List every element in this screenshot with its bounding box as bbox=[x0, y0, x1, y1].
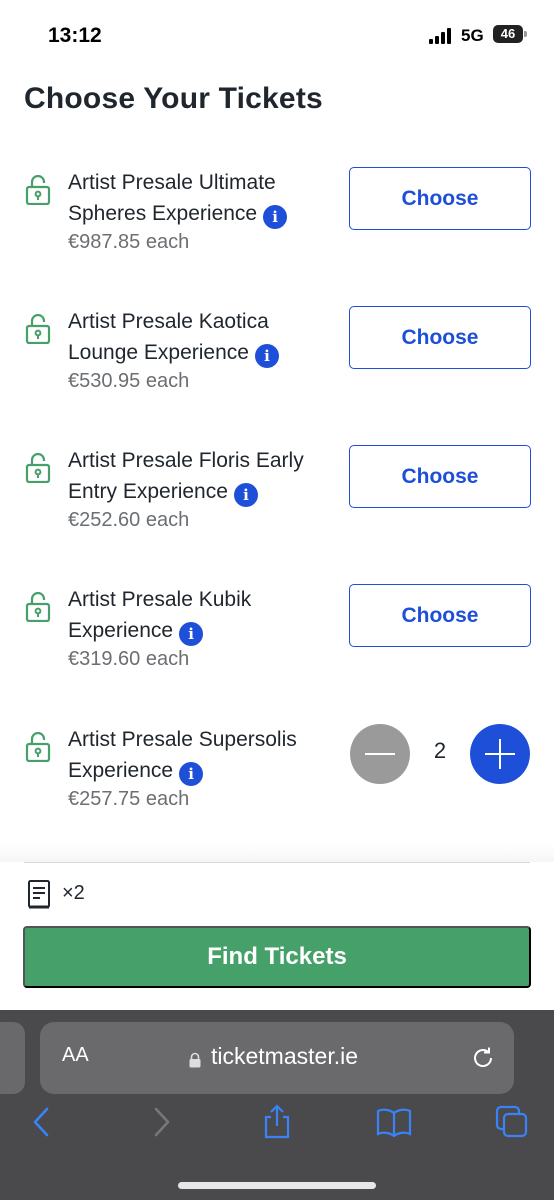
back-icon[interactable] bbox=[24, 1104, 60, 1140]
ticket-row: Artist Presale Kubik Experience i €319.60… bbox=[0, 584, 554, 714]
page-title: Choose Your Tickets bbox=[24, 82, 323, 115]
ticket-name: Artist Presale Floris Early Entry Experi… bbox=[68, 445, 338, 507]
ticket-name: Artist Presale Kubik Experience i bbox=[68, 584, 338, 646]
unlocked-lock-icon bbox=[25, 732, 51, 762]
checkout-footer: ×2 Find Tickets bbox=[0, 844, 554, 1012]
forward-icon bbox=[154, 1107, 170, 1137]
info-icon[interactable]: i bbox=[179, 762, 204, 786]
reload-icon[interactable] bbox=[470, 1045, 496, 1071]
battery-icon: 46 bbox=[493, 25, 523, 43]
decrease-quantity-button[interactable] bbox=[350, 724, 410, 784]
unlocked-lock-icon bbox=[25, 314, 51, 344]
secure-lock-icon bbox=[189, 1052, 201, 1068]
ticket-price: €987.85 each bbox=[68, 231, 190, 253]
ticket-price: €252.60 each bbox=[68, 509, 190, 531]
choose-button[interactable]: Choose bbox=[349, 306, 531, 369]
info-icon[interactable]: i bbox=[179, 622, 204, 646]
choose-button[interactable]: Choose bbox=[349, 167, 531, 230]
choose-button[interactable]: Choose bbox=[349, 584, 531, 647]
find-tickets-button[interactable]: Find Tickets bbox=[23, 926, 531, 988]
ticket-count: ×2 bbox=[62, 882, 85, 904]
footer-shadow bbox=[0, 844, 554, 862]
address-bar[interactable]: AA ticketmaster.ie bbox=[40, 1022, 514, 1094]
ticket-price: €257.75 each bbox=[68, 788, 190, 810]
bookmarks-icon[interactable] bbox=[376, 1104, 412, 1140]
ticket-row: Artist Presale Kaotica Lounge Experience… bbox=[0, 306, 554, 436]
browser-toolbar bbox=[0, 1098, 554, 1158]
home-indicator[interactable] bbox=[178, 1182, 376, 1189]
info-icon[interactable]: i bbox=[254, 344, 279, 368]
choose-button[interactable]: Choose bbox=[349, 445, 531, 508]
ticket-row: Artist Presale Ultimate Spheres Experien… bbox=[0, 167, 554, 297]
ticket-row: Artist Presale Floris Early Entry Experi… bbox=[0, 445, 554, 575]
increase-quantity-button[interactable] bbox=[470, 724, 530, 784]
previous-tab-stub[interactable] bbox=[0, 1022, 25, 1094]
unlocked-lock-icon bbox=[25, 453, 51, 483]
tabs-icon[interactable] bbox=[494, 1104, 530, 1140]
signal-icon bbox=[429, 28, 455, 44]
url-text[interactable]: ticketmaster.ie bbox=[211, 1043, 358, 1070]
text-size-button[interactable]: AA bbox=[62, 1044, 89, 1067]
unlocked-lock-icon bbox=[25, 175, 51, 205]
battery-cap bbox=[524, 31, 527, 37]
ticket-name: Artist Presale Supersolis Experience i bbox=[68, 724, 338, 786]
ticket-price: €530.95 each bbox=[68, 370, 190, 392]
quantity-value: 2 bbox=[433, 738, 447, 763]
unlocked-lock-icon bbox=[25, 592, 51, 622]
info-icon[interactable]: i bbox=[233, 483, 258, 507]
share-icon[interactable] bbox=[259, 1104, 295, 1140]
status-time: 13:12 bbox=[48, 24, 102, 47]
ticket-name: Artist Presale Kaotica Lounge Experience… bbox=[68, 306, 338, 368]
ticket-row: Artist Presale Supersolis Experience i €2… bbox=[0, 724, 554, 854]
ticket-icon bbox=[28, 880, 50, 909]
ticket-price: €319.60 each bbox=[68, 648, 190, 670]
footer-divider bbox=[24, 862, 530, 863]
info-icon[interactable]: i bbox=[263, 205, 288, 229]
ticket-name: Artist Presale Ultimate Spheres Experien… bbox=[68, 167, 338, 229]
network-type: 5G bbox=[461, 26, 484, 45]
browser-bar: AA ticketmaster.ie bbox=[0, 1010, 554, 1200]
status-bar: 13:12 5G 46 bbox=[0, 0, 554, 70]
